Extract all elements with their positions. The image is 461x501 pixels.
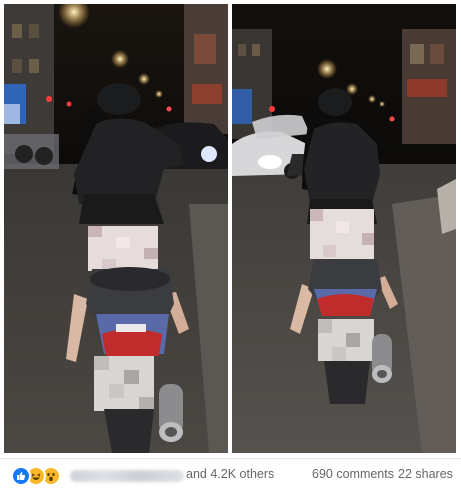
comments-count-link[interactable]: 690 comments — [312, 467, 394, 481]
reaction-icons[interactable] — [11, 466, 65, 486]
reactions-bar: and 4.2K others 690 comments 22 shares — [0, 458, 461, 501]
night-street-photo-right — [232, 4, 456, 453]
night-street-photo-left — [4, 4, 228, 453]
post-photo-1[interactable] — [4, 4, 228, 453]
post-photo-2[interactable] — [232, 4, 456, 453]
photo-grid — [0, 0, 461, 458]
blurred-reactor-names — [70, 470, 184, 482]
like-icon — [11, 466, 31, 486]
reaction-count[interactable]: and 4.2K others — [186, 467, 274, 481]
shares-count-link[interactable]: 22 shares — [398, 467, 453, 481]
post-card: and 4.2K others 690 comments 22 shares — [0, 0, 461, 500]
